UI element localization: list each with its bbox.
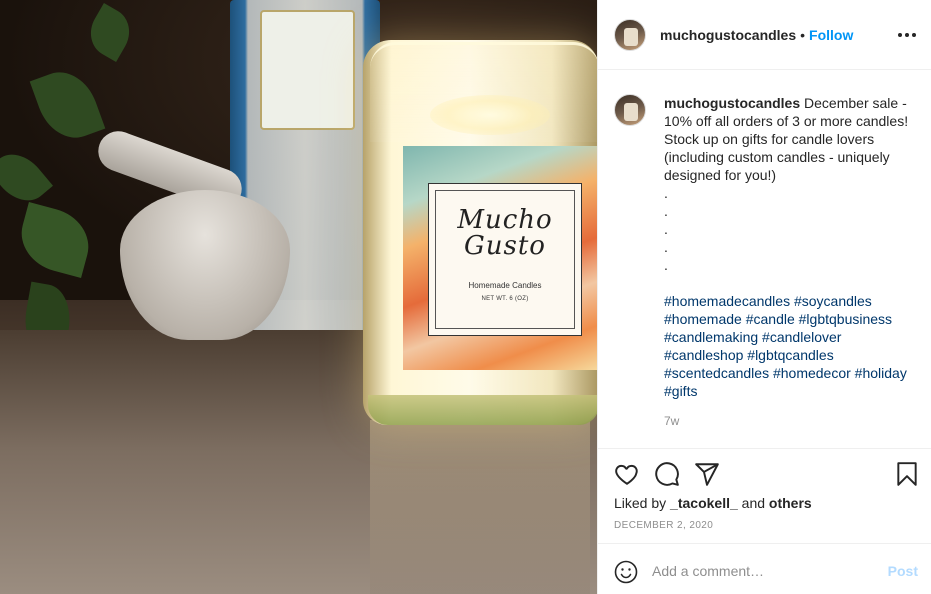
comment-input[interactable] [652,558,872,584]
liked-by-prefix: Liked by [614,495,667,511]
emoji-icon[interactable] [614,560,638,584]
caption-text: muchogustocandles December sale - 10% of… [664,94,920,430]
candle-label-brand: Mucho Gusto [457,205,553,261]
caption-time-ago: 7w [664,414,680,428]
avatar[interactable] [614,94,646,126]
comment-bar: Post [598,543,931,594]
post-actions [598,448,931,496]
share-icon[interactable] [694,461,720,487]
bottle-label [260,10,355,130]
heart-icon[interactable] [614,461,640,487]
mortar-bowl [120,190,290,340]
bookmark-icon[interactable] [894,461,920,487]
caption-username[interactable]: muchogustocandles [664,95,800,111]
avatar[interactable] [614,18,646,51]
candle-label-weight: NET WT. 6 (OZ) [481,296,529,302]
candle-label-subtitle: Homemade Candles [468,281,542,290]
candle-reflection [370,420,590,594]
candle-jar-base [368,395,597,425]
candle-label-frame: Mucho Gusto Homemade Candles NET WT. 6 (… [435,190,575,329]
comment-icon[interactable] [654,461,680,487]
caption-area: muchogustocandles December sale - 10% of… [598,70,931,448]
header-separator: • [800,26,806,43]
caption-hashtags[interactable]: #homemadecandles #soycandles #homemade #… [664,292,920,400]
liked-by-user[interactable]: _tacokell_ [670,495,738,511]
post-date[interactable]: DECEMBER 2, 2020 [614,520,713,531]
candle-flame-glow [430,95,550,135]
more-options-icon[interactable] [897,26,917,44]
likes-summary: Liked by _tacokell_ and others [614,495,812,511]
header-username[interactable]: muchogustocandles [660,27,796,43]
post-header: muchogustocandles • Follow [598,0,931,70]
post-photo[interactable]: Mucho Gusto Homemade Candles NET WT. 6 (… [0,0,597,594]
liked-by-others[interactable]: others [769,495,812,511]
follow-button[interactable]: Follow [809,27,853,43]
caption: muchogustocandles December sale - 10% of… [614,94,920,430]
caption-body: December sale - 10% off all orders of 3 … [664,95,909,273]
post-side-panel: muchogustocandles • Follow muchogustocan… [597,0,931,594]
post-comment-button[interactable]: Post [888,563,918,579]
candle-label: Mucho Gusto Homemade Candles NET WT. 6 (… [428,183,582,336]
liked-by-and: and [741,495,766,511]
